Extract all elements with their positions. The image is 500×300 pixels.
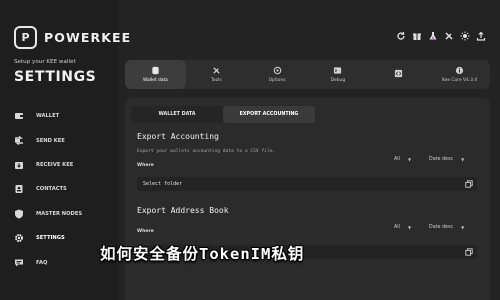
sidebar-item-label: CONTACTS [36,186,67,193]
tab-options[interactable]: Options [247,60,308,89]
wallet-icon [14,111,24,121]
tools-icon[interactable] [444,31,454,41]
export-accounting-description: Export your wallets accounting data to a… [137,149,276,154]
select-value: Date desc [429,157,454,162]
where-label: Where [137,163,154,168]
options-icon [273,66,282,75]
chevron-down-icon: ▼ [407,157,412,162]
sidebar-item-master-nodes[interactable]: MASTER NODES [14,202,114,226]
tab-label: Wallet data [142,78,168,83]
gear-icon [14,233,24,243]
brand-name: POWERKEE [44,30,132,45]
where-label: Where [137,229,154,234]
subtab-export-accounting[interactable]: EXPORT ACCOUNTING [223,106,315,123]
page-subtitle: Setup your KEE wallet [14,59,76,65]
tab-label: Debug [330,78,346,83]
faq-icon [14,258,24,268]
tab-kee-core[interactable]: Kee Core V4.3.4 [429,60,490,89]
subtab-wallet-data[interactable]: WALLET DATA [131,106,223,123]
database-icon [151,66,160,75]
brand: P POWERKEE [14,26,131,49]
tab-debug[interactable]: Debug [307,60,368,89]
accounting-filter-select[interactable]: All ▼ [394,157,411,162]
sidebar-item-faq[interactable]: FAQ [14,250,114,274]
address-filter-select[interactable]: All ▼ [394,225,411,230]
flask-icon[interactable] [428,31,438,41]
tab-tools[interactable]: Tools [186,60,247,89]
powerkee-logo: P [14,26,37,49]
wallet-data-subtabs: WALLET DATA EXPORT ACCOUNTING [131,106,315,123]
tab-label: Tools [210,78,222,83]
sidebar-item-receive-kee[interactable]: RECEIVE KEE [14,153,114,177]
sidebar-item-contacts[interactable]: CONTACTS [14,177,114,201]
code-icon [394,69,403,78]
tab-wallet-data[interactable]: Wallet data [125,60,186,89]
info-icon [455,66,464,75]
upload-icon[interactable] [476,31,486,41]
chevron-down-icon: ▼ [407,225,412,230]
copy-icon[interactable] [465,248,473,256]
chevron-down-icon: ▼ [461,225,465,230]
terminal-icon [333,66,342,75]
page-title: SETTINGS [14,69,97,85]
accounting-sort-select[interactable]: Date desc ▼ [429,157,464,162]
sidebar-nav: WALLET SEND KEE RECEIVE KEE CONTACTS MAS… [14,104,114,275]
sidebar-item-settings[interactable]: SETTINGS [14,226,114,250]
sidebar-item-label: SEND KEE [36,137,65,144]
tab-label: Kee Core V4.3.4 [441,78,478,83]
settings-tabs: Wallet data Tools Options Debug Kee Core… [125,60,490,89]
sidebar-item-label: WALLET [36,113,60,120]
accounting-folder-input[interactable]: Select folder [137,177,477,191]
folder-input-value: Select folder [143,181,183,187]
settings-panel: WALLET DATA EXPORT ACCOUNTING Export Acc… [125,98,490,300]
send-icon [14,135,24,146]
sidebar-item-label: RECEIVE KEE [36,161,74,168]
sidebar-item-wallet[interactable]: WALLET [14,104,114,128]
export-address-title: Export Address Book [137,206,229,215]
gift-icon[interactable] [412,31,422,41]
shield-icon [14,209,24,219]
tab-code[interactable] [368,60,429,89]
wrench-icon [212,66,221,75]
select-value: All [394,225,400,230]
receive-icon [14,160,24,170]
sidebar-item-send-kee[interactable]: SEND KEE [14,128,114,152]
tab-label: Options [268,78,286,83]
sidebar-item-label: MASTER NODES [36,210,83,217]
refresh-icon[interactable] [396,31,406,41]
contacts-icon [14,184,24,194]
chevron-down-icon: ▼ [461,157,465,162]
sidebar-item-label: FAQ [36,259,48,266]
export-accounting-title: Export Accounting [137,132,219,141]
copy-icon[interactable] [465,180,473,188]
sun-icon[interactable] [460,31,470,41]
select-value: Date desc [429,225,454,230]
overlay-caption: 如何安全备份TokenIM私钥 [100,245,305,263]
top-toolbar [396,31,486,41]
sidebar-item-label: SETTINGS [36,235,65,242]
select-value: All [394,157,400,162]
address-sort-select[interactable]: Date desc ▼ [429,225,464,230]
